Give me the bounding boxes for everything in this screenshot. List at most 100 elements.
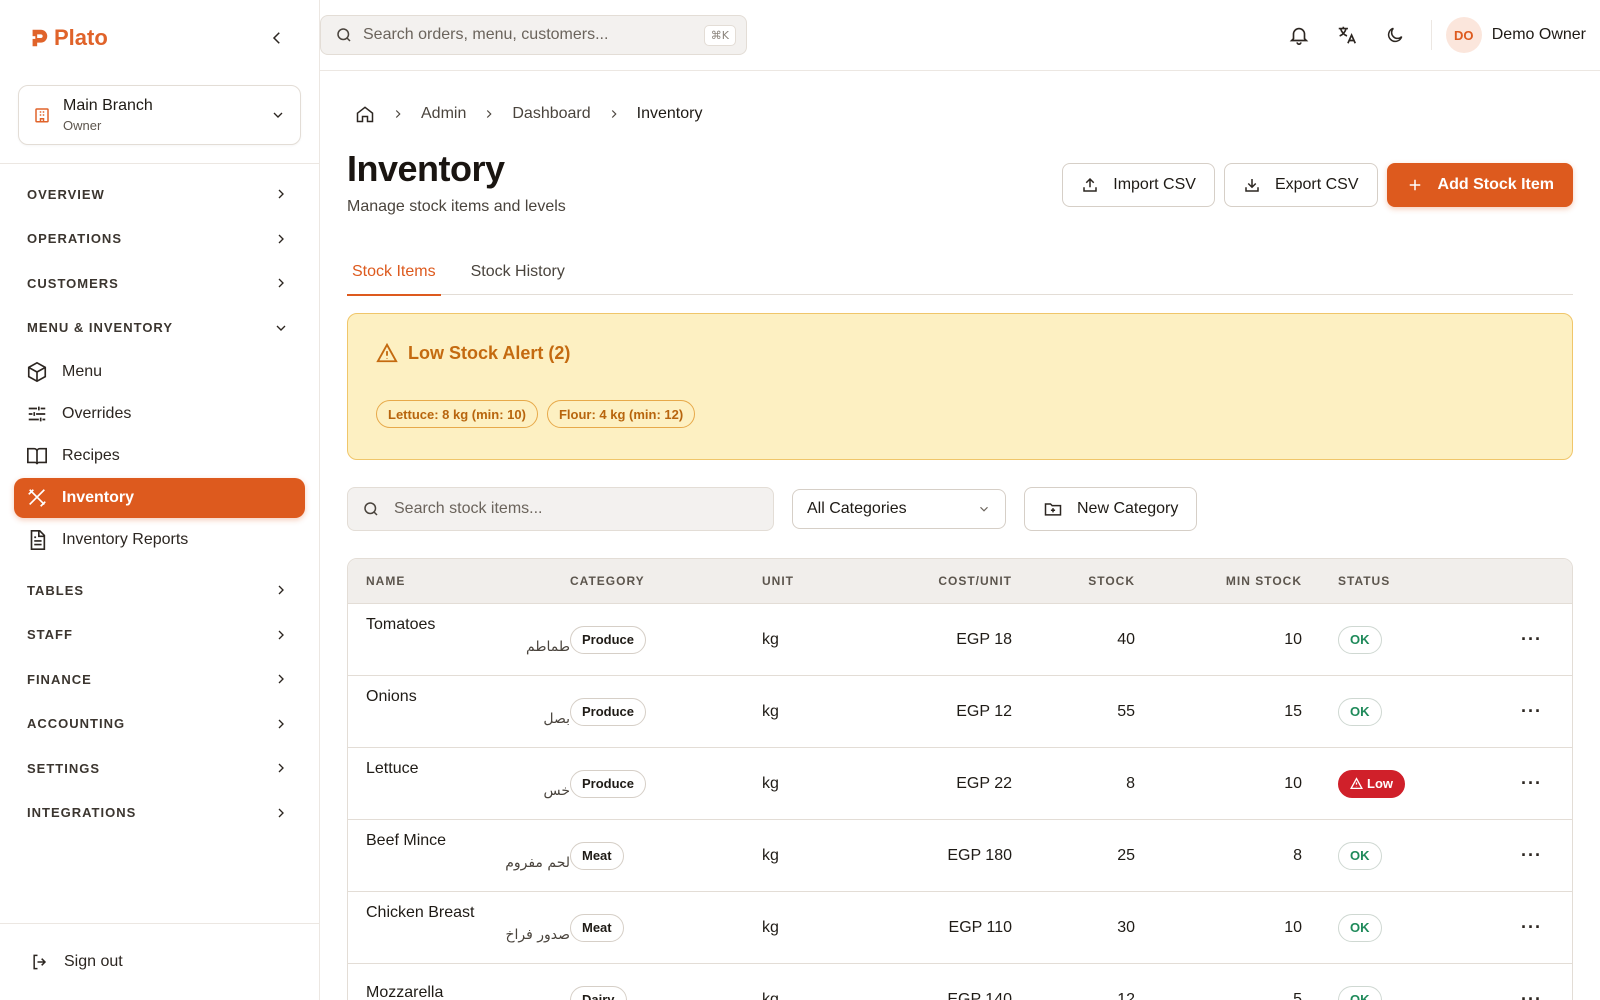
category-badge: Dairy <box>570 985 627 1000</box>
status-badge: OK <box>1338 913 1382 942</box>
table-row[interactable]: Onions بصل Produce kg EGP 12 55 15 OK ··· <box>348 676 1572 748</box>
more-actions-icon[interactable]: ··· <box>1521 773 1542 793</box>
branch-role: Owner <box>63 118 102 133</box>
language-button[interactable] <box>1323 11 1371 59</box>
nav-section-label: CUSTOMERS <box>27 275 119 291</box>
more-actions-icon[interactable]: ··· <box>1521 917 1542 937</box>
sign-out-button[interactable]: Sign out <box>0 923 319 1000</box>
chevron-right-icon <box>278 763 284 773</box>
low-stock-chip: Flour: 4 kg (min: 12) <box>546 400 696 428</box>
notifications-button[interactable] <box>1275 11 1323 59</box>
chevron-down-icon <box>273 112 283 118</box>
logo[interactable]: Plato <box>28 25 108 51</box>
global-search-input[interactable] <box>363 26 694 44</box>
item-name-cell: Tomatoes طماطم <box>348 616 570 655</box>
col-category[interactable]: CATEGORY <box>570 574 762 588</box>
global-search[interactable]: ⌘K <box>320 15 747 55</box>
search-icon <box>364 502 378 516</box>
item-name-cell: Chicken Breast صدور فراخ <box>348 904 570 943</box>
breadcrumb: Admin Dashboard Inventory <box>347 104 1573 124</box>
chevron-right-icon <box>278 674 284 684</box>
stock-cell: 40 <box>1117 630 1135 648</box>
min-stock-cell: 8 <box>1293 846 1302 864</box>
table-header: NAME CATEGORY UNIT COST/UNIT STOCK MIN S… <box>348 559 1572 604</box>
item-name: Chicken Breast <box>366 904 475 921</box>
nav-section-accounting[interactable]: ACCOUNTING <box>0 702 319 747</box>
nav-section-finance[interactable]: FINANCE <box>0 657 319 702</box>
user-name[interactable]: Demo Owner <box>1492 26 1586 44</box>
breadcrumb-admin[interactable]: Admin <box>421 105 466 123</box>
sidebar-item-inventory[interactable]: Inventory <box>14 478 305 518</box>
more-actions-icon[interactable]: ··· <box>1521 989 1542 1000</box>
nav-section-tables[interactable]: TABLES <box>0 568 319 613</box>
col-unit[interactable]: UNIT <box>762 574 872 588</box>
item-name: Lettuce <box>366 760 419 777</box>
sidebar-item-inventory-reports[interactable]: Inventory Reports <box>14 520 305 560</box>
actions-cell: ··· <box>1422 701 1572 722</box>
col-min-stock[interactable]: MIN STOCK <box>1135 574 1302 588</box>
col-cost[interactable]: COST/UNIT <box>872 574 1012 588</box>
breadcrumb-dashboard[interactable]: Dashboard <box>512 105 590 123</box>
table-row[interactable]: Tomatoes طماطم Produce kg EGP 18 40 10 OK ··· <box>348 604 1572 676</box>
nav-section-overview[interactable]: OVERVIEW <box>0 172 319 217</box>
stock-search[interactable] <box>347 487 774 531</box>
chevron-right-icon <box>278 808 284 818</box>
sidebar-item-recipes[interactable]: Recipes <box>14 436 305 476</box>
stock-search-input[interactable] <box>394 500 759 518</box>
theme-toggle-button[interactable] <box>1371 11 1419 59</box>
low-stock-chip: Lettuce: 8 kg (min: 10) <box>376 400 538 428</box>
cost-cell: EGP 12 <box>956 702 1012 720</box>
item-name-cell: Mozzarella <box>348 984 570 1000</box>
tab-stock-items[interactable]: Stock Items <box>347 263 441 296</box>
col-status[interactable]: STATUS <box>1302 574 1422 588</box>
nav-section-label: ACCOUNTING <box>27 716 126 732</box>
nav-section-customers[interactable]: CUSTOMERS <box>0 261 319 306</box>
category-badge: Produce <box>570 697 647 726</box>
building-icon <box>35 108 49 123</box>
new-category-button[interactable]: New Category <box>1024 487 1198 531</box>
more-actions-icon[interactable]: ··· <box>1521 701 1542 721</box>
category-cell: Meat <box>570 841 762 870</box>
nav-section-label: TABLES <box>27 582 85 598</box>
more-actions-icon[interactable]: ··· <box>1521 629 1542 649</box>
chevron-right-icon <box>395 110 401 118</box>
col-name[interactable]: NAME <box>348 574 570 588</box>
table-row[interactable]: Mozzarella Dairy kg EGP 140 12 5 OK ··· <box>348 964 1572 1000</box>
category-cell: Produce <box>570 697 762 726</box>
export-csv-button[interactable]: Export CSV <box>1223 163 1378 207</box>
branch-selector[interactable]: Main Branch Owner <box>18 85 301 145</box>
col-stock[interactable]: STOCK <box>1012 574 1135 588</box>
chevron-right-icon <box>278 585 284 595</box>
unit-cell: kg <box>762 702 779 720</box>
nav-section-settings[interactable]: SETTINGS <box>0 746 319 791</box>
nav-section-staff[interactable]: STAFF <box>0 613 319 658</box>
stock-cell: 55 <box>1117 702 1135 720</box>
sidebar-item-overrides[interactable]: Overrides <box>14 394 305 434</box>
alert-chips: Lettuce: 8 kg (min: 10) Flour: 4 kg (min… <box>376 400 1544 428</box>
more-actions-icon[interactable]: ··· <box>1521 845 1542 865</box>
nav-section-operations[interactable]: OPERATIONS <box>0 217 319 262</box>
category-badge: Produce <box>570 769 647 798</box>
item-name-cell: Onions بصل <box>348 688 570 727</box>
avatar[interactable]: DO <box>1445 17 1482 53</box>
unit-cell: kg <box>762 774 779 792</box>
import-csv-button[interactable]: Import CSV <box>1062 163 1215 207</box>
nav-section-menu-inventory[interactable]: MENU & INVENTORY <box>0 306 319 351</box>
nav-section-integrations[interactable]: INTEGRATIONS <box>0 791 319 836</box>
sidebar-item-menu[interactable]: Menu <box>14 352 305 392</box>
category-cell: Produce <box>570 769 762 798</box>
status-badge: OK <box>1338 841 1382 870</box>
add-stock-item-button[interactable]: Add Stock Item <box>1386 163 1573 207</box>
sidebar: Plato Main Branch Owner OVERVIEW OPERATI… <box>0 0 320 1000</box>
logo-text: Plato <box>54 25 108 50</box>
table-row[interactable]: Chicken Breast صدور فراخ Meat kg EGP 110 30 10… <box>348 892 1572 964</box>
cost-cell: EGP 22 <box>956 774 1012 792</box>
tab-stock-history[interactable]: Stock History <box>466 263 570 295</box>
table-row[interactable]: Beef Mince لحم مفروم Meat kg EGP 180 25 8 OK ··· <box>348 820 1572 892</box>
collapse-sidebar-button[interactable] <box>263 24 291 52</box>
table-row[interactable]: Lettuce خس Produce kg EGP 22 8 10 Low ··· <box>348 748 1572 820</box>
nav-section-label: STAFF <box>27 627 73 643</box>
sidebar-nav: OVERVIEW OPERATIONS CUSTOMERS MENU & INV… <box>0 164 319 835</box>
topbar-divider <box>1430 20 1432 50</box>
category-select[interactable]: All Categories <box>792 489 1006 529</box>
